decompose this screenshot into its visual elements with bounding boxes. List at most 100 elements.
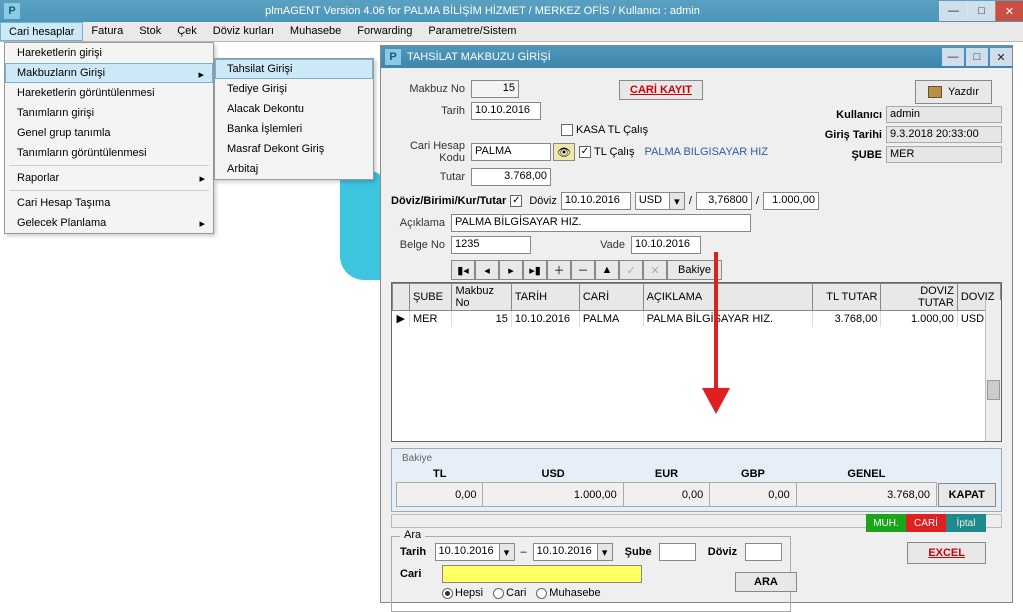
- dd-tanimlarin-goruntulenmesi[interactable]: Tanımların görüntülenmesi: [5, 143, 213, 163]
- menu-stok[interactable]: Stok: [131, 22, 169, 41]
- cari-kayit-button[interactable]: CARİ KAYIT: [619, 80, 703, 100]
- radio-hepsi-wrap[interactable]: Hepsi: [442, 587, 483, 599]
- col-doviz-tutar[interactable]: DOVIZ TUTAR: [881, 284, 957, 311]
- tl-calis-checkbox[interactable]: [579, 146, 591, 158]
- col-sube[interactable]: ŞUBE: [409, 284, 451, 311]
- nav-remove-button[interactable]: －: [571, 260, 595, 280]
- menu-muhasebe[interactable]: Muhasebe: [282, 22, 349, 41]
- doviz-tutar-field[interactable]: 1.000,00: [763, 192, 819, 210]
- kasa-tl-label: KASA TL Çalış: [576, 124, 648, 136]
- chevron-down-icon[interactable]: ▾: [597, 543, 613, 561]
- doviz-checkbox[interactable]: [510, 195, 522, 207]
- nav-last-button[interactable]: ▸▮: [523, 260, 547, 280]
- lookup-button[interactable]: 👁: [553, 143, 575, 161]
- dd-alacak-dekontu[interactable]: Alacak Dekontu: [215, 99, 373, 119]
- ara-tarih2-combo[interactable]: 10.10.2016 ▾: [533, 543, 613, 561]
- doviz-tarih-field[interactable]: 10.10.2016: [561, 192, 631, 210]
- nav-prev-button[interactable]: ◂: [475, 260, 499, 280]
- ara-sube-field[interactable]: [659, 543, 696, 561]
- close-button[interactable]: ✕: [995, 1, 1023, 21]
- dd-genel-grup-tanimla[interactable]: Genel grup tanımla: [5, 123, 213, 143]
- child-close-button[interactable]: ✕: [990, 48, 1012, 66]
- radio-muhasebe[interactable]: [536, 588, 547, 599]
- child-app-icon: P: [385, 49, 401, 65]
- dd-tahsilat-girisi[interactable]: Tahsilat Girişi: [215, 59, 373, 79]
- col-aciklama[interactable]: AÇIKLAMA: [643, 284, 813, 311]
- dd-cari-hesap-tasima[interactable]: Cari Hesap Taşıma: [5, 193, 213, 213]
- doviz-label: Döviz: [529, 195, 557, 207]
- makbuz-no-field[interactable]: 15: [471, 80, 519, 98]
- records-grid[interactable]: ŞUBE Makbuz No TARİH CARİ AÇIKLAMA TL TU…: [391, 282, 1002, 442]
- dd-hareketlerin-goruntulenmesi[interactable]: Hareketlerin görüntülenmesi: [5, 83, 213, 103]
- kapat-button[interactable]: KAPAT: [938, 483, 996, 507]
- col-tarih[interactable]: TARİH: [511, 284, 579, 311]
- vade-field[interactable]: 10.10.2016: [631, 236, 701, 254]
- app-title: plmAGENT Version 4.06 for PALMA BİLİŞİM …: [26, 5, 939, 17]
- dd-tanimlarin-girisi[interactable]: Tanımların girişi: [5, 103, 213, 123]
- kur-field[interactable]: 3,76800: [696, 192, 752, 210]
- minimize-button[interactable]: —: [939, 1, 967, 21]
- nav-next-button[interactable]: ▸: [499, 260, 523, 280]
- cari-hesap-kodu-field[interactable]: PALMA: [471, 143, 551, 161]
- iptal-button[interactable]: İptal: [946, 514, 986, 532]
- dd-raporlar[interactable]: Raporlar▸: [5, 168, 213, 188]
- menu-doviz-kurlari[interactable]: Döviz kurları: [205, 22, 282, 41]
- ara-sube-label: Şube: [625, 546, 654, 558]
- radio-hepsi-label: Hepsi: [455, 587, 483, 599]
- nav-add-button[interactable]: ＋: [547, 260, 571, 280]
- maximize-button[interactable]: □: [967, 1, 995, 21]
- menu-parametre-sistem[interactable]: Parametre/Sistem: [420, 22, 524, 41]
- tarih-field[interactable]: 10.10.2016: [471, 102, 541, 120]
- radio-cari[interactable]: [493, 588, 504, 599]
- aciklama-field[interactable]: PALMA BİLGİSAYAR HIZ.: [451, 214, 751, 232]
- ara-doviz-field[interactable]: [745, 543, 782, 561]
- chevron-down-icon[interactable]: ▾: [499, 543, 515, 561]
- dd-hareketlerin-girisi[interactable]: Hareketlerin girişi: [5, 43, 213, 63]
- menu-fatura[interactable]: Fatura: [83, 22, 131, 41]
- sube-value: MER: [886, 146, 1002, 163]
- grid-vertical-scrollbar[interactable]: [985, 300, 1001, 441]
- radio-muhasebe-wrap[interactable]: Muhasebe: [536, 587, 600, 599]
- dd-arbitaj[interactable]: Arbitaj: [215, 159, 373, 179]
- table-row[interactable]: ▶ MER 15 10.10.2016 PALMA PALMA BİLGİSAY…: [393, 311, 1001, 327]
- nav-cancel-button[interactable]: ✕: [643, 260, 667, 280]
- menu-cari-hesaplar[interactable]: Cari hesaplar: [0, 22, 83, 41]
- dd-tediye-girisi[interactable]: Tediye Girişi: [215, 79, 373, 99]
- ara-tarih2-value: 10.10.2016: [533, 543, 597, 561]
- nav-save-button[interactable]: ✓: [619, 260, 643, 280]
- dd-masraf-dekont-giris[interactable]: Masraf Dekont Giriş: [215, 139, 373, 159]
- cari-button[interactable]: CARİ: [906, 514, 946, 532]
- belge-no-field[interactable]: 1235: [451, 236, 531, 254]
- col-makbuz-no[interactable]: Makbuz No: [452, 284, 511, 311]
- ara-cari-field[interactable]: [442, 565, 642, 583]
- nav-edit-button[interactable]: ▲: [595, 260, 619, 280]
- chevron-down-icon[interactable]: ▾: [669, 192, 685, 210]
- cell-makbuz: 15: [452, 311, 511, 327]
- doviz-birim-combo[interactable]: USD ▾: [635, 192, 685, 210]
- print-button[interactable]: Yazdır: [915, 80, 992, 104]
- kasa-tl-checkbox[interactable]: [561, 124, 573, 136]
- bakiye-button[interactable]: Bakiye: [667, 260, 722, 280]
- col-cari[interactable]: CARİ: [579, 284, 643, 311]
- menu-cek[interactable]: Çek: [169, 22, 205, 41]
- dd-separator: [9, 190, 209, 191]
- ara-tarih1-combo[interactable]: 10.10.2016 ▾: [435, 543, 515, 561]
- radio-hepsi[interactable]: [442, 588, 453, 599]
- dd-gelecek-planlama[interactable]: Gelecek Planlama▸: [5, 213, 213, 233]
- tutar-field[interactable]: 3.768,00: [471, 168, 551, 186]
- ara-button[interactable]: ARA: [735, 572, 797, 592]
- muh-button[interactable]: MUH.: [866, 514, 906, 532]
- child-minimize-button[interactable]: —: [942, 48, 964, 66]
- bakiye-tl: 0,00: [397, 483, 483, 507]
- child-maximize-button[interactable]: □: [966, 48, 988, 66]
- nav-first-button[interactable]: ▮◂: [451, 260, 475, 280]
- ara-doviz-label: Döviz: [708, 546, 740, 558]
- record-nav-toolbar: ▮◂ ◂ ▸ ▸▮ ＋ － ▲ ✓ ✕ Bakiye: [451, 260, 1002, 280]
- col-tl-tutar[interactable]: TL TUTAR: [813, 284, 881, 311]
- menu-forwarding[interactable]: Forwarding: [349, 22, 420, 41]
- excel-button[interactable]: EXCEL: [907, 542, 986, 564]
- dd-banka-islemleri[interactable]: Banka İşlemleri: [215, 119, 373, 139]
- slash: /: [689, 195, 692, 207]
- dd-makbuzlarin-girisi[interactable]: Makbuzların Girişi▸: [5, 63, 213, 83]
- radio-cari-wrap[interactable]: Cari: [493, 587, 526, 599]
